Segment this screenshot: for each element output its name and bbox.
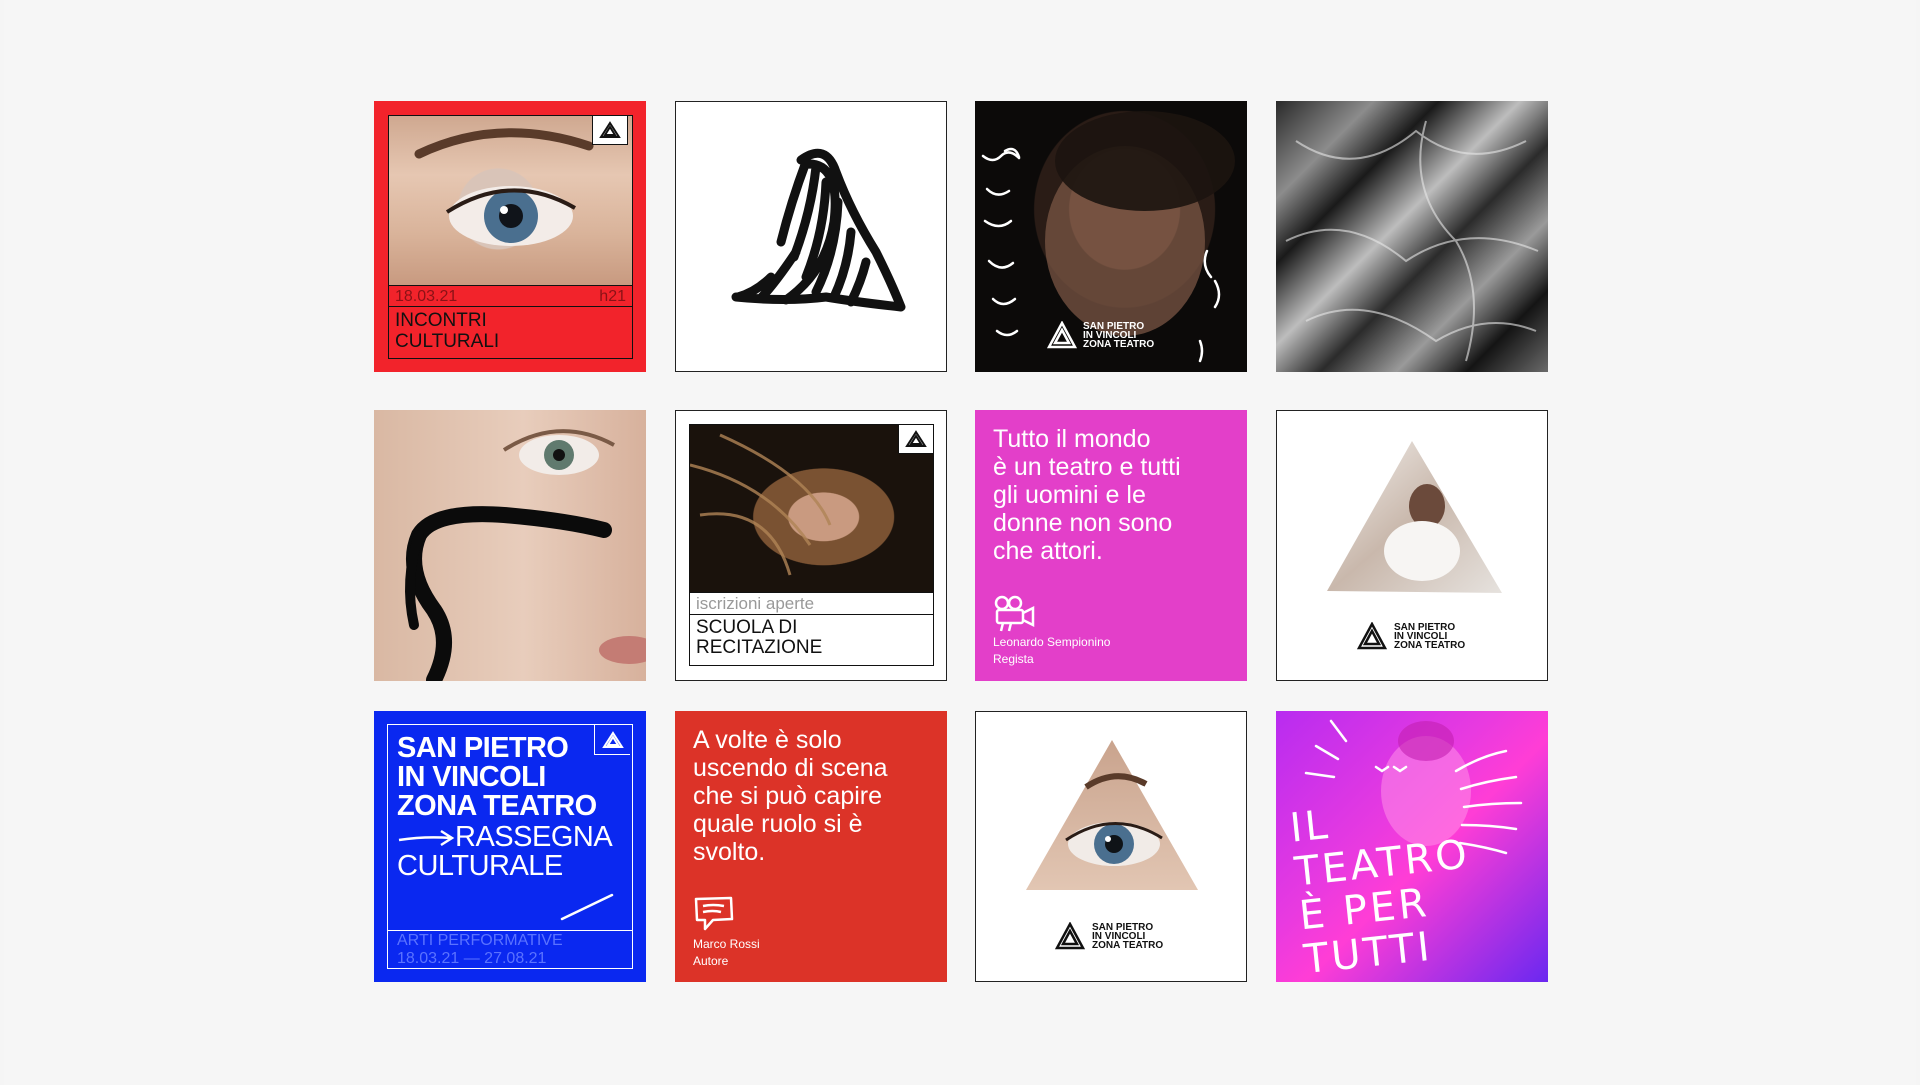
quote-line: donne non sono [993, 509, 1173, 537]
event-time: h21 [599, 288, 626, 305]
title-line-1: INCONTRI [395, 310, 487, 331]
brand-lockup: SAN PIETRO IN VINCOLI ZONA TEATRO [1356, 622, 1465, 650]
quote-text: Tutto il mondo è un teatro e tutti gli u… [993, 425, 1233, 565]
inner-frame: SAN PIETRO IN VINCOLI ZONA TEATRO RASSEG… [387, 724, 633, 969]
quote-line: Tutto il mondo [993, 425, 1151, 453]
subheadline-line-2: CULTURALE [397, 850, 563, 882]
speech-bubble-icon [694, 896, 734, 931]
quote-line: uscendo di scena [693, 754, 888, 782]
info-box: iscrizioni aperte SCUOLA DI RECITAZIONE [689, 593, 934, 666]
triangle-logo-icon [1356, 622, 1388, 650]
tile-rassegna-culturale: SAN PIETRO IN VINCOLI ZONA TEATRO RASSEG… [374, 711, 646, 982]
face-paint-drawing [405, 429, 646, 681]
canvas [4, 0, 1916, 1085]
triangle-logo-icon [898, 424, 934, 454]
subheadline: RASSEGNA CULTURALE [397, 821, 613, 882]
info-box: 18.03.21 h21 INCONTRI CULTURALI [388, 286, 633, 359]
triangle-logo-icon [592, 115, 628, 145]
tile-teatro-per-tutti: IL TEATRO È PER TUTTI [1276, 711, 1548, 982]
author-name: Leonardo Sempionino [993, 635, 1111, 649]
title-line-2: CULTURALI [395, 331, 500, 352]
brand-lockup: SAN PIETRO IN VINCOLI ZONA TEATRO [1047, 321, 1154, 349]
tile-plastic-wrap-photo [1276, 101, 1548, 372]
headline-line-3: ZONA TEATRO [397, 790, 597, 822]
scribble-triangle-icon [731, 148, 906, 312]
quote-line: gli uomini e le [993, 481, 1146, 509]
quote-line: è un teatro e tutti [993, 453, 1181, 481]
tile-scribble-logo [675, 101, 947, 372]
brand-line-3: ZONA TEATRO [1083, 338, 1155, 350]
brand-line-3: ZONA TEATRO [1394, 639, 1466, 651]
arrow-icon [398, 829, 455, 846]
quote-text: A volte è solo uscendo di scena che si p… [693, 726, 933, 866]
author-role: Regista [993, 652, 1034, 666]
quote-line: quale ruolo si è [693, 810, 863, 838]
triangle-logo-icon [594, 725, 630, 755]
tile-actor-photo: SAN PIETRO IN VINCOLI ZONA TEATRO [975, 101, 1247, 372]
author-role: Autore [693, 954, 729, 968]
quote-signature: Marco Rossi Autore [693, 936, 760, 970]
plastic-texture [1285, 120, 1539, 362]
footer-subtitle: ARTI PERFORMATIVE [397, 932, 563, 949]
quote-line: svolto. [693, 838, 766, 866]
author-name: Marco Rossi [693, 937, 760, 951]
tile-quote-pink: Tutto il mondo è un teatro e tutti gli u… [975, 410, 1247, 681]
brand-lockup: SAN PIETRO IN VINCOLI ZONA TEATRO [1054, 922, 1163, 950]
subheadline-line-1: RASSEGNA [455, 821, 613, 853]
triangle-logo-icon [1047, 321, 1077, 349]
handwritten-headline: IL TEATRO È PER TUTTI [1288, 789, 1481, 982]
brand-line-3: ZONA TEATRO [1092, 939, 1164, 951]
footer-dates: 18.03.21 — 27.08.21 [397, 950, 547, 967]
quote-line: che attori. [993, 537, 1103, 565]
headline: SAN PIETRO IN VINCOLI ZONA TEATRO [397, 734, 597, 821]
tile-incontri-culturali: 18.03.21 h21 INCONTRI CULTURALI [374, 101, 646, 372]
quote-signature: Leonardo Sempionino Regista [993, 634, 1110, 668]
tile-triangle-woman: SAN PIETRO IN VINCOLI ZONA TEATRO [1276, 410, 1548, 681]
slash-stroke [560, 893, 614, 921]
footer: ARTI PERFORMATIVE 18.03.21 — 27.08.21 [397, 932, 563, 968]
tile-painted-face-photo [374, 410, 646, 681]
headline-line-2: IN VINCOLI [397, 761, 546, 793]
event-date: 18.03.21 [395, 288, 458, 305]
title-line-1: SCUOLA DI [696, 617, 798, 638]
tile-quote-red: A volte è solo uscendo di scena che si p… [675, 711, 947, 982]
camera-icon [994, 595, 1035, 632]
headline-line-1: SAN PIETRO [397, 732, 569, 764]
tile-scuola-recitazione: iscrizioni aperte SCUOLA DI RECITAZIONE [675, 410, 947, 681]
caption: iscrizioni aperte [696, 594, 815, 613]
quote-line: che si può capire [693, 782, 883, 810]
triangle-logo-icon [1054, 922, 1086, 950]
title-line-2: RECITAZIONE [696, 637, 823, 658]
quote-line: A volte è solo [693, 726, 842, 754]
tile-triangle-eye: SAN PIETRO IN VINCOLI ZONA TEATRO [975, 711, 1247, 982]
